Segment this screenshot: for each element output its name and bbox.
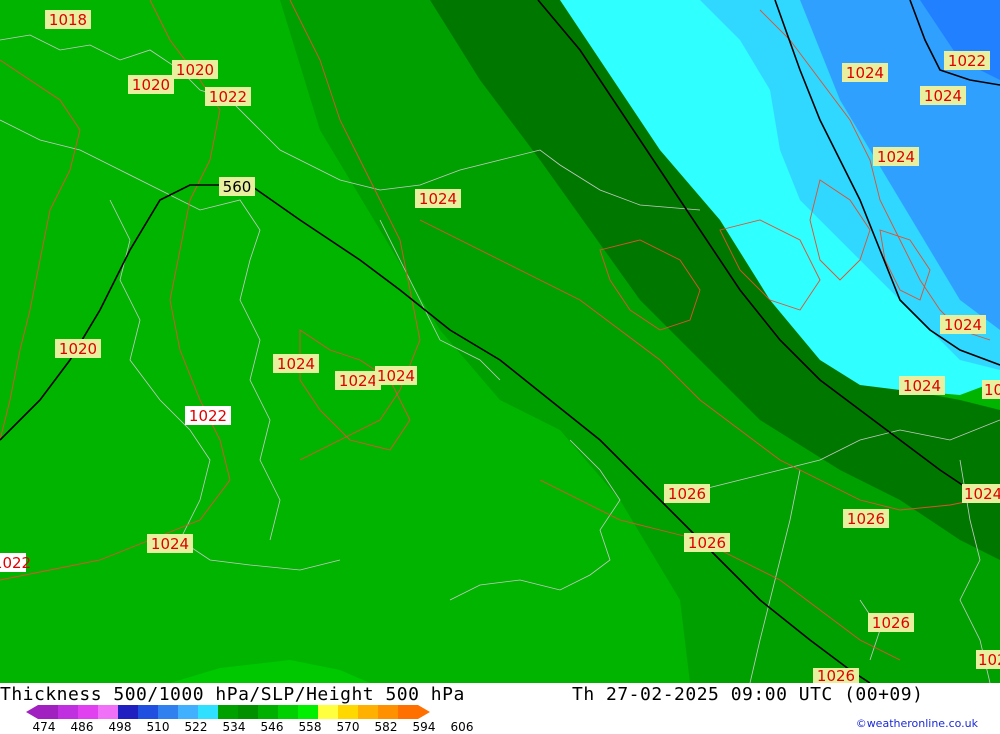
pressure-label: 1018 [45,10,91,29]
legend-arrow-right [418,705,430,719]
pressure-label: 1024 [962,484,1000,503]
legend-tick-label: 522 [184,720,208,734]
legend-swatch [338,705,358,719]
pressure-label: 102 [976,650,1000,669]
pressure-label: 1022 [185,406,231,425]
legend-swatch [318,705,338,719]
pressure-label: 1020 [128,75,174,94]
legend-swatch [78,705,98,719]
pressure-label: 1026 [813,667,859,683]
pressure-label: 1024 [273,354,319,373]
map-datetime: Th 27-02-2025 09:00 UTC (00+09) [572,684,924,705]
pressure-label: 1022 [944,51,990,70]
legend-swatch [358,705,378,719]
legend-swatch [278,705,298,719]
legend-swatch [398,705,418,719]
legend-tick-label: 486 [70,720,94,734]
svg-text:1024: 1024 [877,148,915,166]
svg-text:1026: 1026 [688,534,726,552]
pressure-label: 1024 [873,147,919,166]
legend-tick-label: 498 [108,720,132,734]
pressure-label: 1020 [172,60,218,79]
pressure-label: 1024 [335,371,381,390]
legend-swatch [98,705,118,719]
legend-swatch [198,705,218,719]
pressure-label: 1024 [899,376,945,395]
legend-swatch [178,705,198,719]
legend-swatch [298,705,318,719]
svg-text:102: 102 [984,381,1000,399]
color-legend [26,705,430,719]
legend-swatch [38,705,58,719]
map-title: Thickness 500/1000 hPa/SLP/Height 500 hP… [0,684,465,705]
legend-labels: 474 486 498 510 522 534 546 558 570 582 594 606 [0,720,520,734]
svg-text:1024: 1024 [903,377,941,395]
legend-tick-label: 594 [412,720,436,734]
pressure-label: 1022 [205,87,251,106]
svg-text:102: 102 [978,651,1000,669]
svg-text:1024: 1024 [846,64,884,82]
legend-tick-label: 474 [32,720,56,734]
credit-link[interactable]: ©weatheronline.co.uk [856,717,978,730]
svg-text:1022: 1022 [209,88,247,106]
svg-text:1026: 1026 [847,510,885,528]
height-contour-label: 560 [219,177,255,196]
legend-swatch [258,705,278,719]
legend-swatch [218,705,238,719]
svg-text:1022: 1022 [189,407,227,425]
pressure-label: 1026 [868,613,914,632]
svg-text:1024: 1024 [151,535,189,553]
legend-tick-label: 546 [260,720,284,734]
svg-text:1024: 1024 [277,355,315,373]
svg-text:1022: 1022 [0,554,31,572]
legend-tick-label: 570 [336,720,360,734]
svg-text:1018: 1018 [49,11,87,29]
legend-tick-label: 606 [450,720,474,734]
legend-swatch [138,705,158,719]
legend-tick-label: 510 [146,720,170,734]
pressure-label: 1024 [842,63,888,82]
svg-text:1026: 1026 [817,667,855,683]
svg-text:1024: 1024 [964,485,1000,503]
pressure-label: 1024 [415,189,461,208]
legend-tick-label: 582 [374,720,398,734]
legend-arrow-left [26,705,38,719]
legend-swatch [238,705,258,719]
svg-text:1024: 1024 [419,190,457,208]
legend-tick-label: 558 [298,720,322,734]
svg-text:1024: 1024 [377,367,415,385]
pressure-label: 1022 [0,553,31,572]
legend-swatch [58,705,78,719]
legend-swatch [118,705,138,719]
svg-text:1020: 1020 [132,76,170,94]
svg-text:1020: 1020 [176,61,214,79]
svg-text:1026: 1026 [668,485,706,503]
weather-map: 1018 1020 1020 1022 1024 1020 1024 1024 … [0,0,1000,683]
svg-text:1022: 1022 [948,52,986,70]
pressure-label: 1024 [147,534,193,553]
pressure-label: 102 [982,380,1000,399]
legend-tick-label: 534 [222,720,246,734]
legend-swatch [158,705,178,719]
svg-text:1026: 1026 [872,614,910,632]
pressure-label: 1024 [920,86,966,105]
svg-text:560: 560 [223,178,252,196]
svg-text:1020: 1020 [59,340,97,358]
pressure-label: 1024 [375,366,417,385]
pressure-label: 1024 [940,315,986,334]
pressure-label: 1026 [843,509,889,528]
svg-text:1024: 1024 [944,316,982,334]
legend-swatch [378,705,398,719]
pressure-label: 1020 [55,339,101,358]
pressure-label: 1026 [684,533,730,552]
svg-text:1024: 1024 [924,87,962,105]
pressure-label: 1026 [664,484,710,503]
svg-text:1024: 1024 [339,372,377,390]
